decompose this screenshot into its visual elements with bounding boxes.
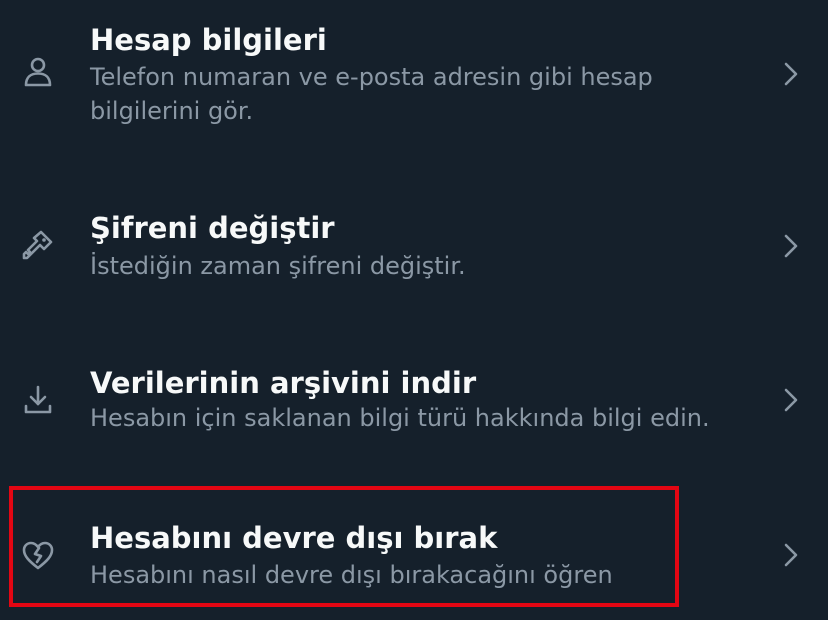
deactivate-account-description: Hesabını nasıl devre dışı bırakacağını ö… — [90, 561, 613, 589]
download-archive-title: Verilerinin arşivini indir — [90, 366, 477, 400]
download-icon — [20, 382, 56, 418]
chevron-right-icon — [780, 537, 804, 573]
download-archive-description: Hesabın için saklanan bilgi türü hakkınd… — [90, 404, 710, 432]
key-icon — [20, 227, 56, 263]
download-archive-row[interactable]: Verilerinin arşivini indir Hesabın için … — [0, 345, 828, 465]
broken-heart-icon — [20, 537, 56, 573]
change-password-description: İstediğin zaman şifreni değiştir. — [90, 252, 466, 280]
chevron-right-icon — [780, 382, 804, 418]
deactivate-account-title: Hesabını devre dışı bırak — [90, 521, 498, 555]
person-icon — [20, 54, 56, 90]
account-info-description: Telefon numaran ve e-posta adresin gibi … — [90, 63, 653, 125]
account-settings-list: Hesap bilgileri Telefon numaran ve e-pos… — [0, 0, 828, 620]
chevron-right-icon — [780, 228, 804, 264]
chevron-right-icon — [780, 56, 804, 92]
change-password-row[interactable]: Şifreni değiştir İstediğin zaman şifreni… — [0, 190, 828, 310]
change-password-title: Şifreni değiştir — [90, 211, 335, 245]
account-info-row[interactable]: Hesap bilgileri Telefon numaran ve e-pos… — [0, 0, 828, 150]
deactivate-account-row[interactable]: Hesabını devre dışı bırak Hesabını nasıl… — [0, 490, 828, 615]
account-info-title: Hesap bilgileri — [90, 23, 327, 57]
